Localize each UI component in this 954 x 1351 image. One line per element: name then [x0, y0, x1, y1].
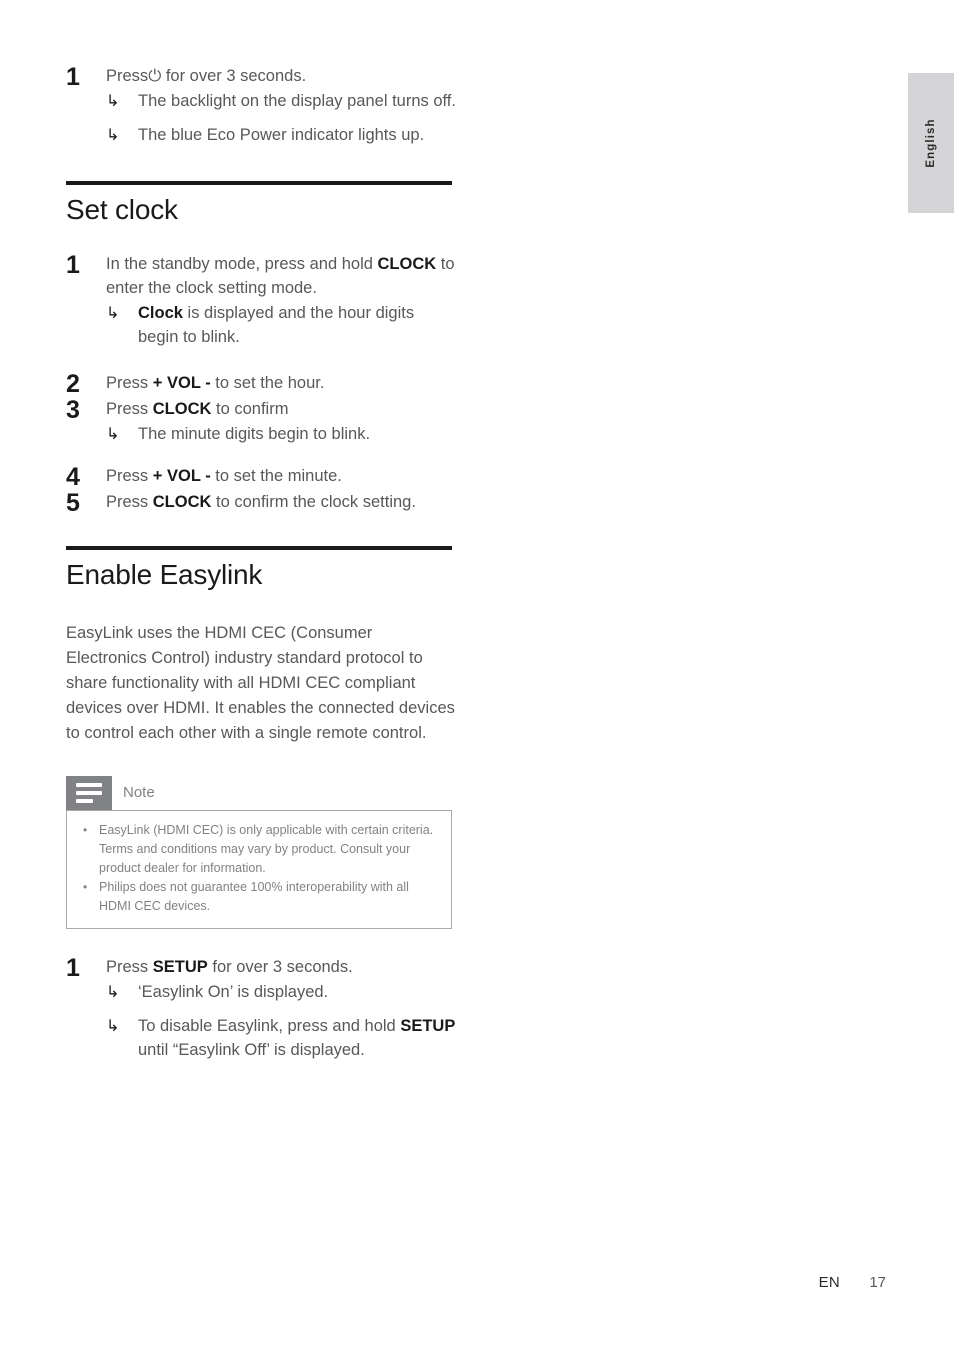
language-tab: English	[908, 73, 954, 213]
sub-item: ↳ To disable Easylink, press and hold SE…	[106, 1014, 456, 1062]
arrow-icon: ↳	[106, 1015, 120, 1035]
step-text-prefix: Press	[106, 67, 149, 85]
step-key-label: + VOL -	[152, 466, 211, 485]
step-text: Press + VOL - to set the minute.	[106, 464, 456, 488]
sub-text-b: until “Easylink Off’ is displayed.	[138, 1040, 365, 1059]
step-text-b: to confirm	[211, 399, 289, 418]
step-text-a: Press	[106, 466, 153, 485]
step-key-label: SETUP	[152, 957, 208, 976]
step-text: Press CLOCK to confirm	[106, 397, 456, 421]
bullet-icon: •	[83, 822, 88, 837]
sub-item: ↳ Clock is displayed and the hour digits…	[106, 301, 456, 349]
step-item: 1 Press⏻ for over 3 seconds. ↳ The backl…	[66, 64, 456, 147]
page-footer: EN 17	[0, 1274, 886, 1291]
step-text-a: Press	[106, 492, 153, 511]
step-item: 3 Press CLOCK to confirm ↳ The minute di…	[66, 397, 456, 446]
footer-locale: EN	[818, 1274, 840, 1291]
content-column: 1 Press⏻ for over 3 seconds. ↳ The backl…	[66, 64, 456, 1062]
note-title: Note	[123, 784, 155, 802]
step-body: Press + VOL - to set the minute.	[106, 464, 456, 488]
sub-key-label: Clock	[138, 303, 183, 322]
sub-item: ↳ ‘Easylink On’ is displayed.	[106, 980, 456, 1004]
note-header: Note	[66, 775, 452, 810]
step-number: 5	[66, 488, 80, 517]
sub-item: ↳ The minute digits begin to blink.	[106, 422, 456, 446]
step-number: 3	[66, 395, 80, 424]
arrow-icon: ↳	[106, 302, 120, 322]
step-number: 2	[66, 369, 80, 398]
sub-item: ↳ The backlight on the display panel tur…	[106, 89, 456, 113]
note-item-text: EasyLink (HDMI CEC) is only applicable w…	[99, 822, 434, 875]
step-body: Press CLOCK to confirm ↳ The minute digi…	[106, 397, 456, 446]
step-key-label: CLOCK	[152, 492, 212, 511]
sub-text: ‘Easylink On’ is displayed.	[138, 982, 329, 1001]
step-body: Press + VOL - to set the hour.	[106, 371, 456, 395]
sub-item: ↳ The blue Eco Power indicator lights up…	[106, 123, 456, 147]
note-box: Note • EasyLink (HDMI CEC) is only appli…	[66, 775, 452, 929]
step-key-label: CLOCK	[377, 254, 437, 273]
step-text-b: for over 3 seconds.	[207, 957, 353, 976]
sub-text: To disable Easylink, press and hold SETU…	[138, 1014, 456, 1062]
step-item: 1 In the standby mode, press and hold CL…	[66, 252, 456, 349]
sub-text: The minute digits begin to blink.	[138, 424, 371, 443]
arrow-icon: ↳	[106, 125, 120, 144]
step-key-label: + VOL -	[152, 373, 211, 392]
step-text-a: Press	[106, 373, 153, 392]
section-paragraph: EasyLink uses the HDMI CEC (Consumer Ele…	[66, 623, 455, 742]
sub-text: The blue Eco Power indicator lights up.	[138, 126, 425, 144]
step-text-b: to confirm the clock setting.	[211, 492, 416, 511]
step-text-b: to set the minute.	[210, 466, 342, 485]
step-body: In the standby mode, press and hold CLOC…	[106, 252, 456, 349]
section-title-set-clock: Set clock	[66, 194, 178, 225]
step-text-a: Press	[106, 399, 153, 418]
step-text-a: Press	[106, 957, 153, 976]
step-text: In the standby mode, press and hold CLOC…	[106, 252, 456, 300]
note-list-item: • Philips does not guarantee 100% intero…	[79, 878, 439, 916]
step-text: Press + VOL - to set the hour.	[106, 371, 456, 395]
step-item: 5 Press CLOCK to confirm the clock setti…	[66, 490, 456, 516]
step-number: 1	[66, 250, 80, 279]
step-body: Press⏻ for over 3 seconds. ↳ The backlig…	[106, 64, 456, 147]
sub-text: The backlight on the display panel turns…	[138, 92, 456, 110]
bullet-icon: •	[83, 879, 88, 894]
step-text: Press⏻ for over 3 seconds.	[106, 64, 456, 88]
step-text-b: to set the hour.	[210, 373, 325, 392]
step-text: Press SETUP for over 3 seconds.	[106, 955, 456, 979]
sub-key-label: SETUP	[400, 1016, 456, 1035]
power-icon: ⏻	[148, 67, 162, 85]
step-body: Press SETUP for over 3 seconds. ↳ ‘Easyl…	[106, 955, 456, 1062]
arrow-icon: ↳	[106, 981, 120, 1001]
sub-text-a: To disable Easylink, press and hold	[138, 1016, 401, 1035]
step-number: 4	[66, 462, 80, 491]
note-icon	[66, 775, 112, 810]
note-item-text: Philips does not guarantee 100% interope…	[99, 879, 409, 913]
sub-text: Clock is displayed and the hour digits b…	[138, 301, 456, 349]
step-number: 1	[66, 63, 80, 91]
step-key-label: CLOCK	[152, 399, 212, 418]
footer-page-number: 17	[869, 1274, 886, 1291]
step-text-a: In the standby mode, press and hold	[106, 254, 378, 273]
language-tab-label: English	[925, 118, 937, 168]
step-item: 1 Press SETUP for over 3 seconds. ↳ ‘Eas…	[66, 955, 456, 1062]
arrow-icon: ↳	[106, 423, 120, 443]
note-list-item: • EasyLink (HDMI CEC) is only applicable…	[79, 821, 439, 878]
step-number: 1	[66, 953, 80, 982]
note-body: • EasyLink (HDMI CEC) is only applicable…	[66, 809, 452, 929]
step-text: Press CLOCK to confirm the clock setting…	[106, 490, 456, 514]
step-item: 2 Press + VOL - to set the hour.	[66, 371, 456, 397]
section-title-enable-easylink: Enable Easylink	[66, 558, 263, 590]
manual-page: English 1 Press⏻ for over 3 seconds. ↳ T…	[0, 0, 954, 1351]
step-body: Press CLOCK to confirm the clock setting…	[106, 490, 456, 514]
arrow-icon: ↳	[106, 91, 120, 110]
step-item: 4 Press + VOL - to set the minute.	[66, 464, 456, 490]
step-text-suffix: for over 3 seconds.	[161, 67, 307, 85]
